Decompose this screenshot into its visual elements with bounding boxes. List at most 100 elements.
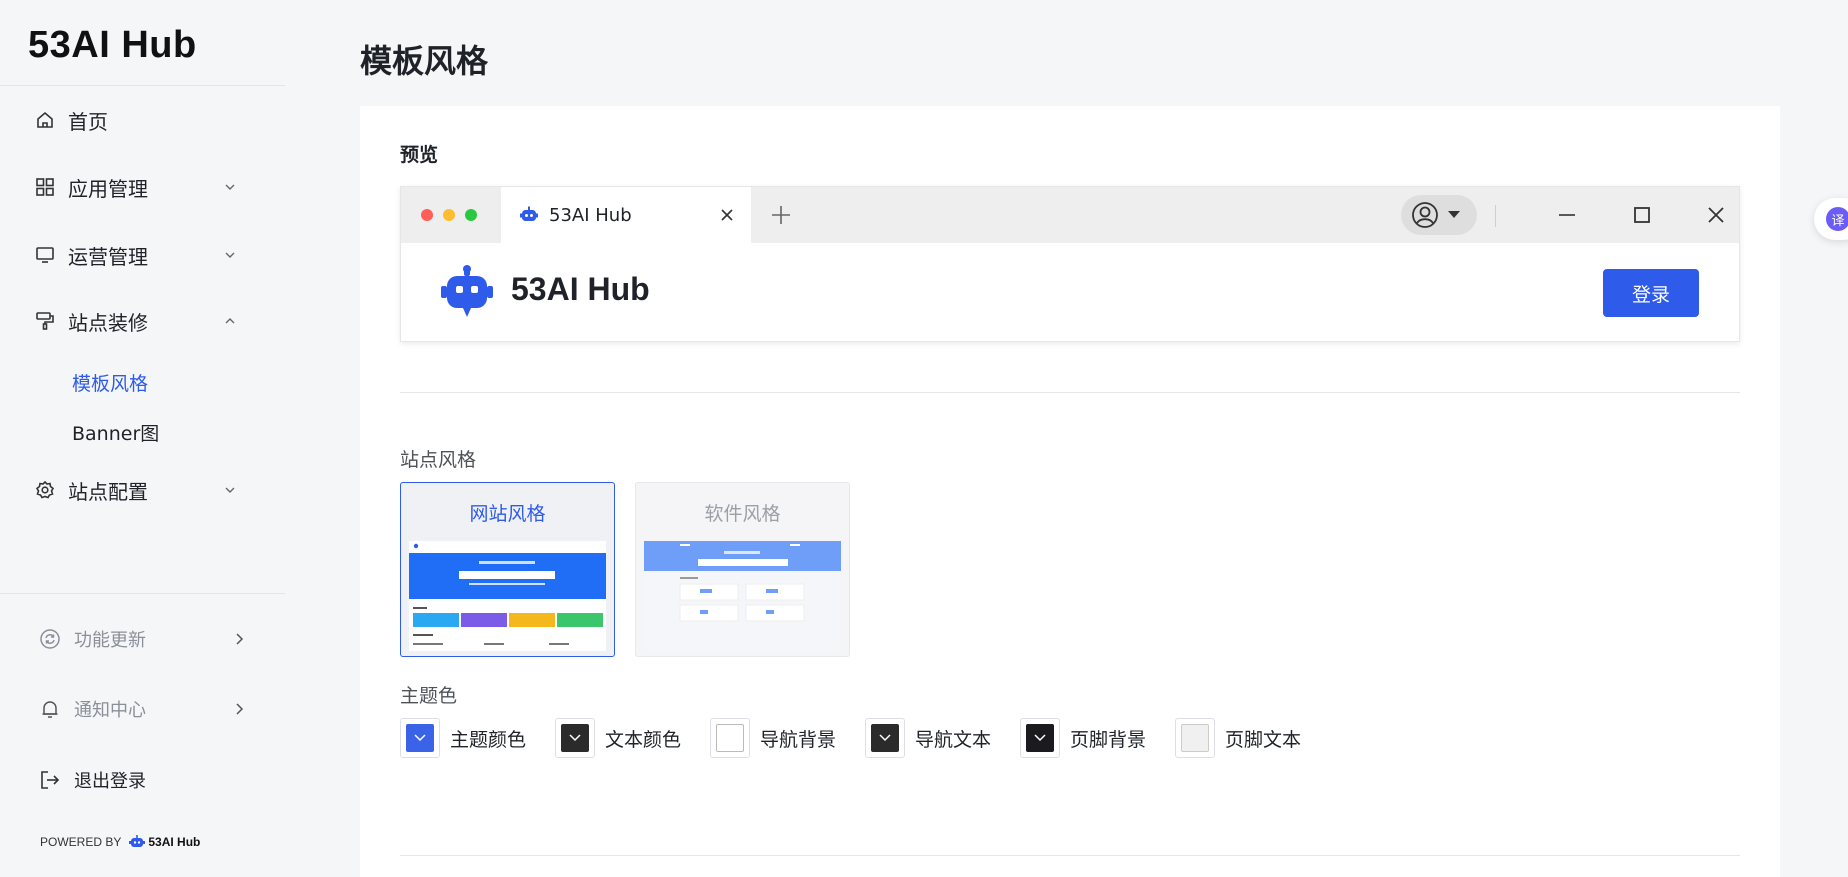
close-icon[interactable] xyxy=(717,205,737,225)
color-fill xyxy=(406,724,434,752)
chevron-down-icon xyxy=(1034,734,1046,742)
powered-by: POWERED BY 53AI Hub xyxy=(40,835,200,849)
nav-text-color-picker[interactable]: 导航文本 xyxy=(865,718,991,758)
style-option-label: 网站风格 xyxy=(469,503,546,525)
section-divider xyxy=(400,392,1740,393)
style-option-software[interactable]: 软件风格 xyxy=(635,482,850,657)
website-style-thumbnail xyxy=(409,541,606,651)
window-maximize-dot xyxy=(465,209,477,221)
grid-icon xyxy=(34,176,56,198)
color-fill xyxy=(871,724,899,752)
color-swatch[interactable] xyxy=(865,718,905,758)
logout-icon xyxy=(38,768,62,792)
sidebar-item-site-config[interactable]: 站点配置 xyxy=(34,470,244,510)
robot-icon xyxy=(129,835,146,847)
color-swatch[interactable] xyxy=(1020,718,1060,758)
sidebar-subitem-template-style[interactable]: 模板风格 xyxy=(72,369,148,396)
app-logo[interactable]: 53AI Hub xyxy=(28,24,197,67)
powered-by-brand-name: 53AI Hub xyxy=(148,835,201,849)
home-icon xyxy=(34,109,56,131)
style-option-website[interactable]: 网站风格 xyxy=(400,482,615,657)
sidebar-item-site-decoration[interactable]: 站点装修 xyxy=(34,301,244,341)
sidebar-item-label: 应用管理 xyxy=(68,176,148,201)
browser-tab-title: 53AI Hub xyxy=(549,204,632,226)
color-label: 页脚文本 xyxy=(1225,728,1302,751)
text-color-picker[interactable]: 文本颜色 xyxy=(555,718,681,758)
sidebar-item-label: 运营管理 xyxy=(68,244,148,269)
color-fill xyxy=(716,724,744,752)
powered-by-text: POWERED BY xyxy=(40,835,122,849)
footer-bg-color-picker[interactable]: 页脚背景 xyxy=(1020,718,1146,758)
chevron-right-icon xyxy=(236,703,244,715)
software-style-thumbnail xyxy=(644,541,841,651)
sidebar-item-label: 首页 xyxy=(68,109,108,134)
sidebar: 53AI Hub 首页 应用管理 运营管理 站点装修 模板风格 Banner图 xyxy=(0,0,285,877)
site-style-label: 站点风格 xyxy=(400,449,477,471)
chevron-down-icon xyxy=(225,252,235,258)
powered-by-brand[interactable]: 53AI Hub xyxy=(129,835,200,849)
sidebar-feature-updates[interactable]: 功能更新 xyxy=(38,621,248,657)
sidebar-footer-label: 功能更新 xyxy=(74,630,146,651)
sidebar-footer-label: 通知中心 xyxy=(74,700,146,721)
sidebar-notification-center[interactable]: 通知中心 xyxy=(38,691,248,727)
color-fill xyxy=(561,724,589,752)
user-menu[interactable] xyxy=(1401,195,1477,235)
template-style-card: 预览 53AI Hub 53AI Hub 登录 站点风格 网站风格 软件风格 主… xyxy=(360,106,1780,877)
color-swatch[interactable] xyxy=(555,718,595,758)
page-title: 模板风格 xyxy=(360,42,489,80)
chevron-down-icon xyxy=(225,184,235,190)
sidebar-subitem-banner[interactable]: Banner图 xyxy=(72,419,159,446)
sidebar-item-operations[interactable]: 运营管理 xyxy=(34,235,244,275)
refresh-icon xyxy=(38,627,62,651)
style-option-label: 软件风格 xyxy=(704,503,781,525)
color-label: 导航文本 xyxy=(915,728,992,751)
sidebar-divider xyxy=(0,593,285,594)
color-swatch[interactable] xyxy=(1175,718,1215,758)
chevron-down-icon xyxy=(225,487,235,493)
chevron-down-icon xyxy=(414,734,426,742)
minimize-icon[interactable] xyxy=(1555,203,1579,227)
sidebar-item-home[interactable]: 首页 xyxy=(34,100,244,140)
translate-icon: 译 xyxy=(1826,207,1848,231)
maximize-icon[interactable] xyxy=(1630,203,1654,227)
toolbar-separator xyxy=(1495,205,1496,227)
sidebar-logout[interactable]: 退出登录 xyxy=(38,762,248,798)
sidebar-item-label: 站点装修 xyxy=(68,310,148,335)
sidebar-item-app-management[interactable]: 应用管理 xyxy=(34,167,244,207)
footer-text-color-picker[interactable]: 页脚文本 xyxy=(1175,718,1301,758)
color-label: 主题颜色 xyxy=(450,728,527,751)
window-close-icon[interactable] xyxy=(1704,203,1728,227)
translate-float-button[interactable]: 译 xyxy=(1814,198,1848,240)
theme-color-picker[interactable]: 主题颜色 xyxy=(400,718,526,758)
window-close-dot xyxy=(421,209,433,221)
sidebar-divider xyxy=(0,85,285,86)
browser-preview: 53AI Hub 53AI Hub 登录 xyxy=(400,186,1740,342)
sidebar-item-label: 站点配置 xyxy=(68,479,148,504)
login-button[interactable]: 登录 xyxy=(1603,269,1699,317)
chevron-right-icon xyxy=(236,633,244,645)
color-label: 导航背景 xyxy=(760,728,837,751)
color-swatch[interactable] xyxy=(400,718,440,758)
section-divider xyxy=(400,855,1740,856)
preview-site-title: 53AI Hub xyxy=(511,271,650,307)
preview-site-header: 53AI Hub 登录 xyxy=(401,243,1739,343)
theme-color-label: 主题色 xyxy=(400,685,458,707)
color-fill xyxy=(1181,724,1209,752)
nav-bg-color-picker[interactable]: 导航背景 xyxy=(710,718,836,758)
paint-roller-icon xyxy=(34,310,56,332)
sidebar-footer-label: 退出登录 xyxy=(74,771,146,792)
robot-logo-icon xyxy=(441,265,493,317)
chevron-up-icon xyxy=(225,318,235,324)
monitor-icon xyxy=(34,244,56,266)
preview-label: 预览 xyxy=(400,144,439,166)
gear-icon xyxy=(34,479,56,501)
chevron-down-icon xyxy=(569,734,581,742)
caret-down-icon xyxy=(1448,211,1460,218)
browser-tabbar: 53AI Hub xyxy=(401,187,1739,243)
new-tab-icon[interactable] xyxy=(769,203,793,227)
color-swatch[interactable] xyxy=(710,718,750,758)
color-label: 页脚背景 xyxy=(1070,728,1147,751)
color-fill xyxy=(1026,724,1054,752)
browser-tab[interactable]: 53AI Hub xyxy=(501,187,751,243)
bell-icon xyxy=(38,697,62,721)
